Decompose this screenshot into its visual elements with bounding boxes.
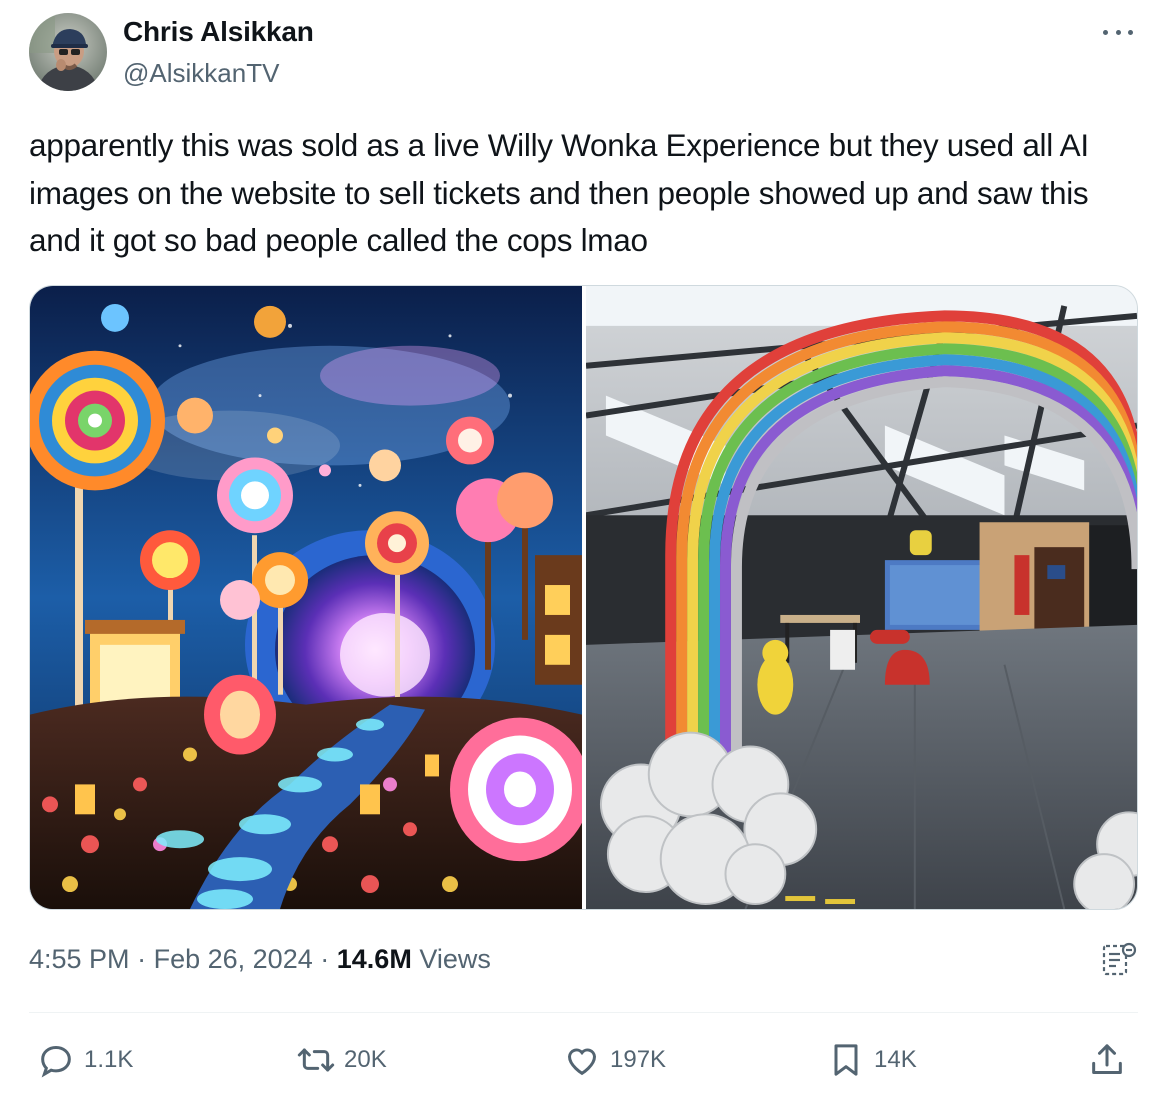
media-image-ai-candy-land[interactable] <box>30 286 582 909</box>
more-horizontal-icon[interactable] <box>1100 20 1136 44</box>
heart-icon <box>567 1048 597 1076</box>
views-label: Views <box>419 944 491 974</box>
meta-separator: · <box>137 944 147 974</box>
divider <box>29 1012 1138 1013</box>
bookmark-icon <box>834 1044 858 1076</box>
bookmark-button[interactable]: 14K <box>826 1038 917 1082</box>
meta-separator: · <box>320 944 330 974</box>
tweet-date-link[interactable]: Feb 26, 2024 <box>154 944 313 974</box>
share-icon <box>1092 1044 1122 1074</box>
like-button[interactable]: 197K <box>562 1038 666 1082</box>
tweet-date: Feb 26, 2024 <box>153 944 313 974</box>
avatar[interactable] <box>29 13 107 91</box>
tweet-media <box>29 285 1138 910</box>
tweet-meta: 4:55 PM · Feb 26, 2024 · 14.6M Views <box>29 944 491 975</box>
reply-icon <box>41 1045 71 1078</box>
reply-button[interactable]: 1.1K <box>36 1038 133 1082</box>
tweet-time: 4:55 PM <box>29 944 130 974</box>
tweet-text: apparently this was sold as a live Willy… <box>29 127 1089 258</box>
tweet-timestamp[interactable]: 4:55 PM <box>29 944 130 974</box>
retweet-icon <box>297 1048 335 1072</box>
share-button[interactable] <box>1087 1038 1127 1082</box>
reply-count: 1.1K <box>84 1046 134 1073</box>
media-image-warehouse-rainbow[interactable] <box>586 286 1137 909</box>
views-count: 14.6M <box>336 944 412 974</box>
like-count: 197K <box>610 1046 667 1073</box>
retweet-button[interactable]: 20K <box>296 1038 387 1082</box>
retweet-count: 20K <box>344 1046 387 1073</box>
author-display-name[interactable]: Chris Alsikkan <box>123 16 314 48</box>
tweet: Chris Alsikkan @AlsikkanTV apparently th… <box>0 0 1162 1102</box>
bookmark-count: 14K <box>874 1046 917 1073</box>
author-handle[interactable]: @AlsikkanTV <box>123 58 279 89</box>
analytics-icon[interactable] <box>1100 940 1138 980</box>
